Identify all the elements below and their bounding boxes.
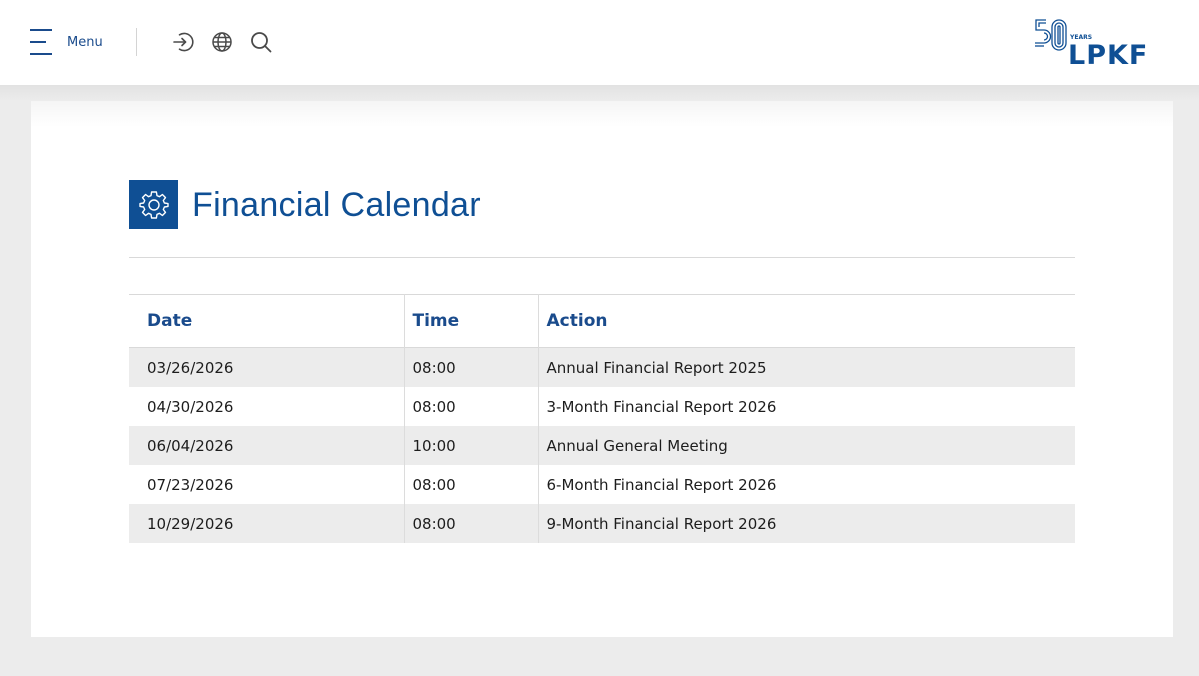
action-cell: 6-Month Financial Report 2026 bbox=[537, 465, 1075, 504]
action-cell: 3-Month Financial Report 2026 bbox=[537, 387, 1075, 426]
column-header-date: Date bbox=[147, 311, 193, 331]
hamburger-icon bbox=[30, 27, 54, 57]
time-cell: 08:00 bbox=[403, 504, 538, 543]
title-divider bbox=[129, 257, 1075, 258]
header-shadow bbox=[0, 85, 1199, 101]
time-cell: 08:00 bbox=[403, 387, 538, 426]
site-header: Menu YEARS LPKF bbox=[0, 0, 1199, 85]
date-cell: 03/26/2026 bbox=[147, 358, 234, 377]
time-cell: 10:00 bbox=[403, 426, 538, 465]
lpkf-50-years-logo[interactable]: YEARS LPKF bbox=[1032, 16, 1176, 71]
menu-label: Menu bbox=[67, 34, 103, 50]
date-cell: 07/23/2026 bbox=[147, 475, 234, 494]
financial-calendar-table: Date Time Action 03/26/2026 08:00 Annual… bbox=[129, 294, 1075, 543]
date-cell: 06/04/2026 bbox=[147, 436, 234, 455]
table-row: 04/30/2026 08:00 3-Month Financial Repor… bbox=[129, 387, 1075, 426]
search-icon[interactable] bbox=[249, 30, 273, 54]
date-cell: 10/29/2026 bbox=[147, 514, 234, 533]
menu-button[interactable]: Menu bbox=[30, 26, 103, 58]
table-row: 03/26/2026 08:00 Annual Financial Report… bbox=[129, 347, 1075, 387]
header-divider bbox=[136, 28, 137, 56]
column-header-action: Action bbox=[537, 294, 1075, 348]
login-icon[interactable] bbox=[171, 30, 195, 54]
time-cell: 08:00 bbox=[403, 465, 538, 504]
action-cell: Annual General Meeting bbox=[537, 426, 1075, 465]
action-cell: 9-Month Financial Report 2026 bbox=[537, 504, 1075, 543]
action-cell: Annual Financial Report 2025 bbox=[537, 347, 1075, 387]
column-header-time: Time bbox=[403, 294, 538, 348]
page-title: Financial Calendar bbox=[192, 186, 481, 224]
globe-icon[interactable] bbox=[210, 30, 234, 54]
date-cell: 04/30/2026 bbox=[147, 397, 234, 416]
table-header-row: Date Time Action bbox=[129, 294, 1075, 348]
time-cell: 08:00 bbox=[403, 347, 538, 387]
table-row: 10/29/2026 08:00 9-Month Financial Repor… bbox=[129, 504, 1075, 543]
gear-icon bbox=[129, 180, 178, 229]
content-card: Financial Calendar Date Time Action 03/2… bbox=[31, 101, 1173, 637]
table-row: 06/04/2026 10:00 Annual General Meeting bbox=[129, 426, 1075, 465]
svg-text:LPKF: LPKF bbox=[1068, 40, 1148, 68]
table-row: 07/23/2026 08:00 6-Month Financial Repor… bbox=[129, 465, 1075, 504]
